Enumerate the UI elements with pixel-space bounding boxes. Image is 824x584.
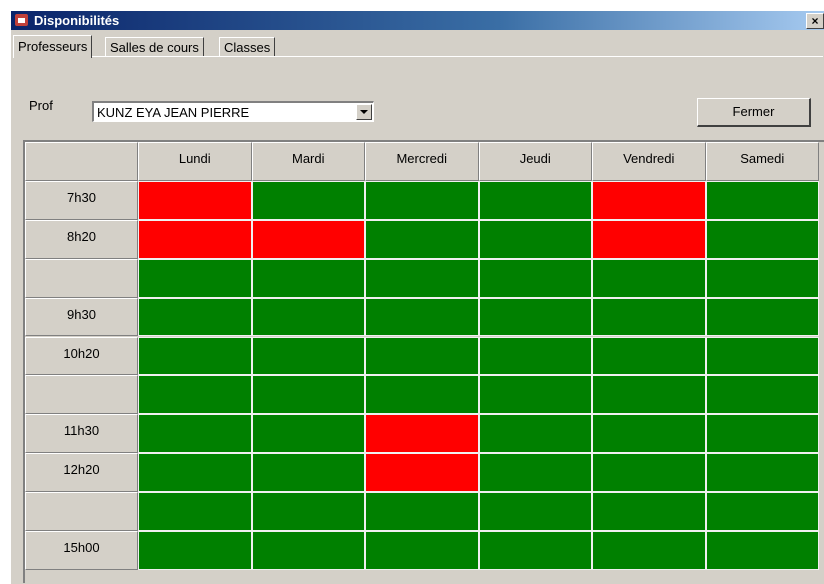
availability-slot-available[interactable] <box>592 453 706 493</box>
prof-select[interactable]: KUNZ EYA JEAN PIERRE <box>92 101 374 122</box>
dropdown-arrow-icon[interactable] <box>356 104 372 120</box>
availability-slot-available[interactable] <box>705 492 819 531</box>
time-slot-label: 8h20 <box>25 219 138 259</box>
availability-slot-available[interactable] <box>705 414 819 454</box>
availability-slot-available[interactable] <box>365 297 479 337</box>
day-header-mercredi: Mercredi <box>365 142 479 181</box>
availability-slot-available[interactable] <box>251 492 365 531</box>
time-slot-label <box>25 492 138 531</box>
availability-slot-available[interactable] <box>705 219 819 259</box>
availability-slot-available[interactable] <box>138 531 252 570</box>
availability-slot-available[interactable] <box>592 531 706 570</box>
availability-slot-available[interactable] <box>138 258 252 298</box>
tab-salles-de-cours[interactable]: Salles de cours <box>105 37 204 56</box>
availability-slot-unavailable[interactable] <box>251 219 365 259</box>
availability-slot-available[interactable] <box>138 297 252 337</box>
time-slot-label: 7h30 <box>25 180 138 220</box>
fermer-button[interactable]: Fermer <box>697 98 811 127</box>
availability-slot-available[interactable] <box>138 336 252 376</box>
availability-slot-available[interactable] <box>705 453 819 493</box>
app-icon <box>15 14 28 26</box>
day-header-vendredi: Vendredi <box>592 142 706 181</box>
time-slot-label <box>25 258 138 298</box>
availability-slot-available[interactable] <box>705 375 819 415</box>
availability-grid: Lundi Mardi Mercredi Jeudi Vendredi Samedi 7h3… <box>23 140 824 583</box>
availability-slot-available[interactable] <box>365 258 479 298</box>
availability-slot-available[interactable] <box>478 297 592 337</box>
availability-slot-available[interactable] <box>365 531 479 570</box>
availability-slot-available[interactable] <box>478 258 592 298</box>
tab-professeurs[interactable]: Professeurs <box>13 35 93 58</box>
availability-slot-available[interactable] <box>478 492 592 531</box>
availability-slot-available[interactable] <box>138 453 252 493</box>
availability-slot-available[interactable] <box>592 414 706 454</box>
time-slot-label: 10h20 <box>25 336 138 376</box>
time-slot-label: 9h30 <box>25 297 138 337</box>
day-header-lundi: Lundi <box>138 142 252 181</box>
availability-slot-unavailable[interactable] <box>365 414 479 454</box>
availability-slot-available[interactable] <box>365 219 479 259</box>
grid-corner-cell <box>25 142 138 181</box>
availability-slot-available[interactable] <box>478 453 592 493</box>
availability-slot-available[interactable] <box>251 453 365 493</box>
availability-slot-available[interactable] <box>705 336 819 376</box>
availability-slot-available[interactable] <box>365 375 479 415</box>
availability-slot-available[interactable] <box>478 375 592 415</box>
tab-classes[interactable]: Classes <box>219 37 276 56</box>
availability-slot-available[interactable] <box>251 375 365 415</box>
window-title: Disponibilités <box>34 13 120 28</box>
availability-slot-unavailable[interactable] <box>138 180 252 220</box>
availability-slot-available[interactable] <box>365 492 479 531</box>
availability-slot-available[interactable] <box>251 180 365 220</box>
availability-slot-available[interactable] <box>251 531 365 570</box>
tab-panel-edge <box>13 56 823 57</box>
title-bar: Disponibilités × <box>11 11 824 30</box>
availability-slot-available[interactable] <box>478 531 592 570</box>
prof-select-value: KUNZ EYA JEAN PIERRE <box>97 105 250 120</box>
close-window-button[interactable]: × <box>806 13 824 29</box>
availability-slot-available[interactable] <box>365 180 479 220</box>
availability-slot-available[interactable] <box>478 414 592 454</box>
availability-slot-available[interactable] <box>592 375 706 415</box>
time-slot-label: 11h30 <box>25 414 138 454</box>
availability-slot-available[interactable] <box>138 492 252 531</box>
availability-slot-unavailable[interactable] <box>592 180 706 220</box>
availability-slot-available[interactable] <box>592 336 706 376</box>
availability-slot-available[interactable] <box>478 336 592 376</box>
day-header-jeudi: Jeudi <box>478 142 592 181</box>
availability-slot-available[interactable] <box>592 492 706 531</box>
availability-slot-unavailable[interactable] <box>365 453 479 493</box>
day-header-samedi: Samedi <box>705 142 819 181</box>
availability-slot-available[interactable] <box>705 531 819 570</box>
availability-slot-unavailable[interactable] <box>592 219 706 259</box>
availability-slot-unavailable[interactable] <box>138 219 252 259</box>
availability-slot-available[interactable] <box>138 375 252 415</box>
availability-slot-available[interactable] <box>705 180 819 220</box>
availability-slot-available[interactable] <box>592 297 706 337</box>
availability-slot-available[interactable] <box>251 297 365 337</box>
availability-window: Disponibilités × Professeurs Salles de c… <box>10 10 824 584</box>
availability-slot-available[interactable] <box>478 180 592 220</box>
day-header-mardi: Mardi <box>251 142 365 181</box>
availability-slot-available[interactable] <box>251 336 365 376</box>
time-slot-label: 15h00 <box>25 531 138 570</box>
availability-slot-available[interactable] <box>251 414 365 454</box>
time-slot-label <box>25 375 138 415</box>
availability-slot-available[interactable] <box>705 297 819 337</box>
availability-slot-available[interactable] <box>478 219 592 259</box>
prof-label: Prof <box>29 98 53 113</box>
availability-slot-available[interactable] <box>592 258 706 298</box>
availability-slot-available[interactable] <box>705 258 819 298</box>
availability-slot-available[interactable] <box>138 414 252 454</box>
availability-slot-available[interactable] <box>365 336 479 376</box>
availability-slot-available[interactable] <box>251 258 365 298</box>
time-slot-label: 12h20 <box>25 453 138 493</box>
